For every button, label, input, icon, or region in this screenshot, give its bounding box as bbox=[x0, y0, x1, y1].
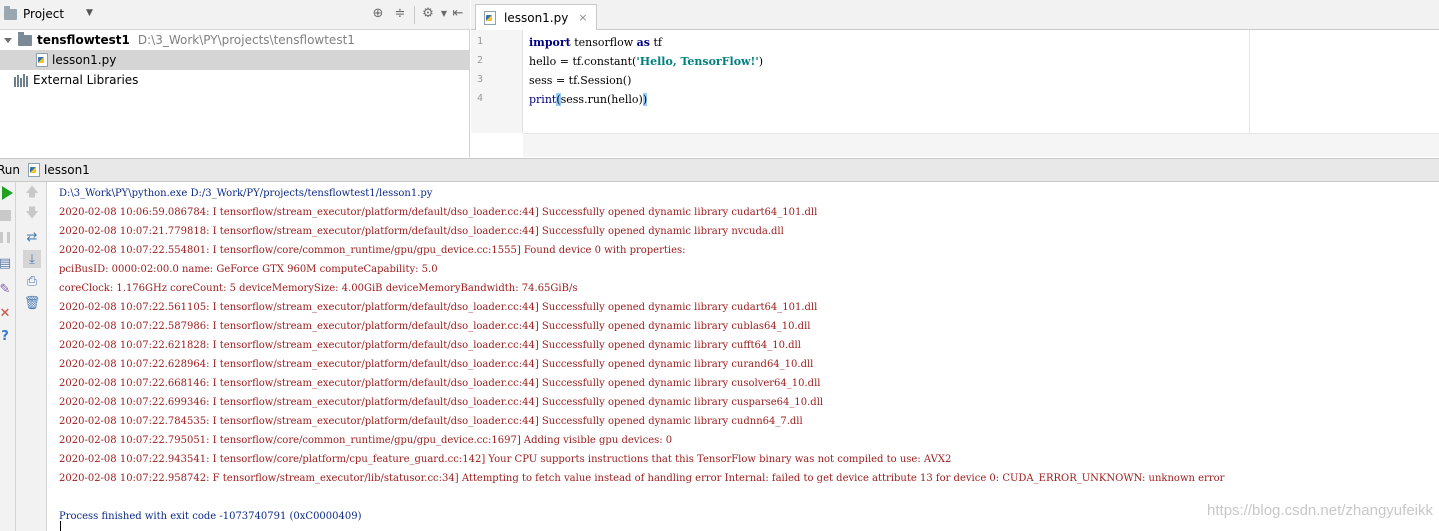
right-margin-guide bbox=[1249, 30, 1250, 133]
print-icon[interactable]: ⎙ bbox=[23, 272, 41, 290]
line-number: 3 bbox=[477, 74, 484, 85]
editor-tab-bar: lesson1.py × bbox=[471, 0, 1439, 30]
hide-panel-icon[interactable]: ⇤ bbox=[450, 6, 466, 22]
console-line: coreClock: 1.176GHz coreCount: 5 deviceM… bbox=[59, 283, 578, 294]
console-line: D:\3_Work\PY\python.exe D:/3_Work/PY/pro… bbox=[59, 188, 433, 199]
line-number: 4 bbox=[477, 93, 484, 104]
target-icon[interactable]: ⊕ bbox=[370, 6, 386, 22]
trash-icon[interactable]: 🗑 bbox=[23, 294, 41, 312]
tree-item-lesson1-py[interactable]: lesson1.py bbox=[0, 50, 470, 70]
tab-label: lesson1.py bbox=[504, 10, 569, 25]
project-panel-header: Project ▼ ⊕ ≑ ⚙ ▼ ⇤ bbox=[0, 0, 470, 30]
folder-icon bbox=[18, 31, 32, 46]
scroll-to-end-icon[interactable]: ⤓ bbox=[23, 250, 41, 268]
run-config-name[interactable]: lesson1 bbox=[44, 163, 90, 177]
line-number: 1 bbox=[477, 36, 484, 47]
run-secondary-toolbar: 🡅 🡇 ⇄ ⤓ ⎙ 🗑 bbox=[16, 182, 47, 531]
dump-threads-icon[interactable]: ✎ bbox=[0, 280, 14, 298]
tree-item-project-root[interactable]: tensflowtest1 D:\3_Work\PY\projects\tens… bbox=[0, 30, 470, 50]
close-icon[interactable]: × bbox=[578, 11, 587, 24]
layout-icon[interactable]: ▤ bbox=[0, 254, 14, 272]
console-line: Process finished with exit code -1073740… bbox=[59, 511, 362, 522]
expand-arrow-icon[interactable] bbox=[4, 37, 12, 43]
soft-wrap-icon[interactable]: ⇄ bbox=[23, 228, 41, 246]
console-line: 2020-02-08 10:07:22.699346: I tensorflow… bbox=[59, 397, 824, 408]
code-line-4: print(sess.run(hello)) bbox=[529, 93, 648, 106]
help-icon[interactable]: ? bbox=[0, 327, 14, 345]
project-panel-title: Project bbox=[23, 7, 65, 21]
project-root-path: D:\3_Work\PY\projects\tensflowtest1 bbox=[137, 33, 355, 47]
project-tree: tensflowtest1 D:\3_Work\PY\projects\tens… bbox=[0, 30, 470, 157]
line-number-gutter: 1 2 3 4 bbox=[471, 30, 523, 133]
stop-icon[interactable] bbox=[0, 206, 14, 224]
tab-lesson1-py[interactable]: lesson1.py × bbox=[475, 4, 597, 30]
code-editor[interactable]: 1 2 3 4 import tensorflow as tf hello = … bbox=[471, 30, 1439, 157]
watermark: https://blog.csdn.net/zhangyufeikk bbox=[1207, 502, 1433, 519]
editor-breadcrumb-bar bbox=[523, 133, 1439, 157]
run-panel-label: Run bbox=[0, 163, 21, 177]
libraries-icon bbox=[14, 73, 28, 87]
console-line: 2020-02-08 10:07:22.668146: I tensorflow… bbox=[59, 378, 821, 389]
code-line-2: hello = tf.constant('Hello, TensorFlow!'… bbox=[529, 55, 764, 68]
console-line: 2020-02-08 10:07:22.943541: I tensorflow… bbox=[59, 454, 952, 465]
code-line-1: import tensorflow as tf bbox=[529, 36, 662, 49]
console-output[interactable]: D:\3_Work\PY\python.exe D:/3_Work/PY/pro… bbox=[47, 182, 1439, 531]
python-file-icon bbox=[36, 53, 48, 67]
tree-item-label: lesson1.py bbox=[52, 53, 117, 67]
python-file-icon bbox=[484, 10, 496, 25]
project-icon bbox=[4, 5, 17, 20]
chevron-down-icon[interactable]: ▼ bbox=[86, 8, 93, 18]
arrow-down-icon[interactable]: 🡇 bbox=[23, 206, 41, 224]
console-line: 2020-02-08 10:07:22.795051: I tensorflow… bbox=[59, 435, 673, 446]
console-line: 2020-02-08 10:07:22.554801: I tensorflow… bbox=[59, 245, 686, 256]
console-line: 2020-02-08 10:07:22.621828: I tensorflow… bbox=[59, 340, 801, 351]
code-line-3: sess = tf.Session() bbox=[529, 74, 632, 87]
console-line: 2020-02-08 10:07:22.628964: I tensorflow… bbox=[59, 359, 814, 370]
line-number: 2 bbox=[477, 55, 484, 66]
console-line: pciBusID: 0000:02:00.0 name: GeForce GTX… bbox=[59, 264, 438, 275]
python-run-config-icon bbox=[28, 163, 41, 177]
close-icon[interactable]: ✕ bbox=[0, 304, 14, 322]
project-view-selector[interactable]: Project bbox=[4, 5, 65, 21]
console-line: 2020-02-08 10:07:22.561105: I tensorflow… bbox=[59, 302, 818, 313]
tree-item-external-libraries[interactable]: External Libraries bbox=[0, 70, 470, 90]
run-main-toolbar: ▤ ✎ ✕ ? bbox=[0, 182, 16, 531]
console-line: 2020-02-08 10:07:21.779818: I tensorflow… bbox=[59, 226, 784, 237]
project-root-name: tensflowtest1 bbox=[37, 33, 130, 47]
rerun-icon[interactable] bbox=[0, 184, 16, 202]
pause-icon[interactable] bbox=[0, 228, 14, 246]
run-panel-header: Run lesson1 bbox=[0, 158, 1439, 182]
arrow-up-icon[interactable]: 🡅 bbox=[23, 185, 41, 203]
tree-item-label: External Libraries bbox=[33, 73, 139, 87]
text-caret bbox=[60, 521, 61, 531]
gear-icon[interactable]: ⚙ bbox=[420, 6, 436, 22]
console-line: 2020-02-08 10:07:22.784535: I tensorflow… bbox=[59, 416, 803, 427]
console-line: 2020-02-08 10:07:22.587986: I tensorflow… bbox=[59, 321, 811, 332]
console-line: 2020-02-08 10:06:59.086784: I tensorflow… bbox=[59, 207, 818, 218]
collapse-all-icon[interactable]: ≑ bbox=[392, 6, 408, 22]
console-line: 2020-02-08 10:07:22.958742: F tensorflow… bbox=[59, 473, 1225, 484]
